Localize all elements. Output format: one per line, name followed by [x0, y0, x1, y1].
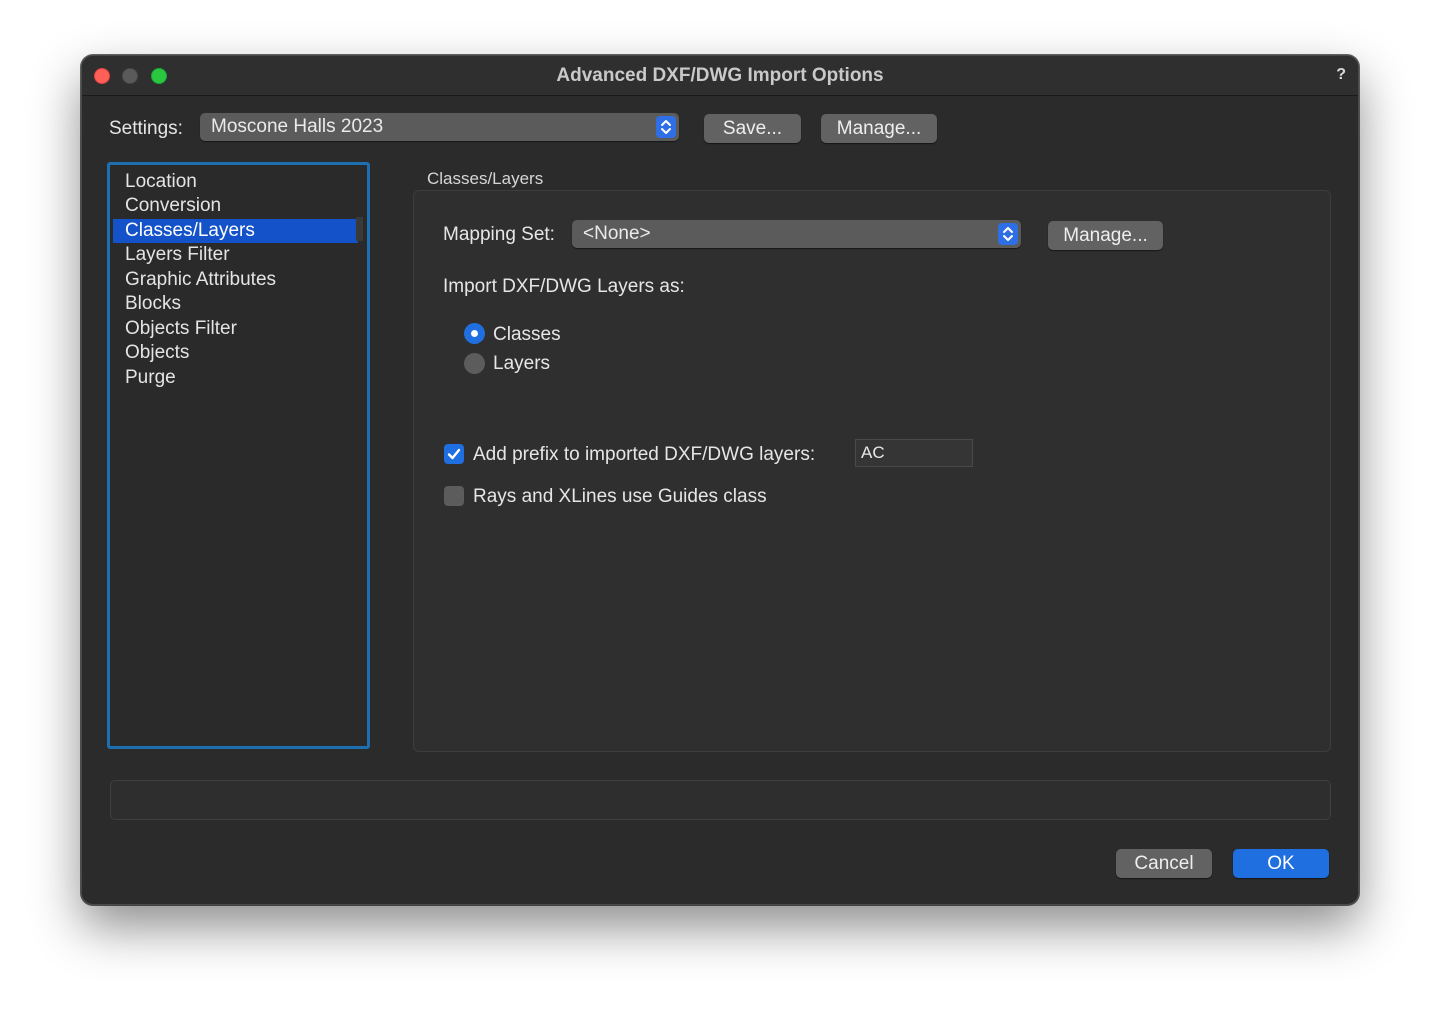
title-bar[interactable]: Advanced DXF/DWG Import Options ? — [82, 56, 1358, 96]
sidebar-item-objects-filter[interactable]: Objects Filter — [113, 317, 358, 341]
settings-popup[interactable]: Moscone Halls 2023 — [200, 113, 679, 141]
save-settings-button[interactable]: Save... — [704, 114, 801, 143]
cancel-button[interactable]: Cancel — [1116, 849, 1212, 878]
prefix-checkbox-label[interactable]: Add prefix to imported DXF/DWG layers: — [473, 444, 815, 466]
settings-label: Settings: — [109, 118, 183, 139]
prefix-checkbox[interactable] — [444, 444, 464, 464]
checkmark-icon — [447, 448, 461, 460]
ok-button[interactable]: OK — [1233, 849, 1329, 878]
panel-title: Classes/Layers — [427, 169, 544, 188]
guides-checkbox-label[interactable]: Rays and XLines use Guides class — [473, 486, 767, 508]
prefix-input[interactable]: AC — [855, 439, 973, 467]
mapping-set-popup-value: <None> — [583, 223, 651, 244]
sidebar-item-conversion[interactable]: Conversion — [113, 194, 358, 218]
sidebar-item-blocks[interactable]: Blocks — [113, 292, 358, 316]
sidebar-item-layers-filter[interactable]: Layers Filter — [113, 243, 358, 267]
window-title: Advanced DXF/DWG Import Options — [556, 65, 884, 86]
guides-checkbox[interactable] — [444, 486, 464, 506]
help-button[interactable]: ? — [1336, 66, 1346, 84]
sidebar-item-graphic-attributes[interactable]: Graphic Attributes — [113, 268, 358, 292]
import-as-label: Import DXF/DWG Layers as: — [443, 276, 685, 297]
sidebar-item-location[interactable]: Location — [113, 170, 358, 194]
sidebar-item-objects[interactable]: Objects — [113, 341, 358, 365]
manage-mapping-button[interactable]: Manage... — [1048, 221, 1163, 250]
mapping-set-popup[interactable]: <None> — [572, 220, 1021, 248]
settings-popup-value: Moscone Halls 2023 — [211, 116, 384, 137]
classes-layers-groupbox — [413, 190, 1331, 752]
sidebar-item-classes-layers[interactable]: Classes/Layers — [113, 219, 358, 243]
popup-stepper-icon — [656, 116, 676, 138]
description-area — [110, 780, 1331, 820]
radio-layers-label[interactable]: Layers — [493, 353, 550, 375]
import-options-dialog: Advanced DXF/DWG Import Options ? Settin… — [81, 55, 1359, 905]
category-list[interactable]: Location Conversion Classes/Layers Layer… — [107, 162, 370, 749]
manage-settings-button[interactable]: Manage... — [821, 114, 937, 143]
popup-stepper-icon — [998, 223, 1018, 245]
mapping-set-label: Mapping Set: — [443, 224, 555, 245]
list-scrollbar[interactable] — [356, 217, 363, 241]
radio-classes-label[interactable]: Classes — [493, 324, 561, 346]
sidebar-item-purge[interactable]: Purge — [113, 366, 358, 390]
radio-layers[interactable] — [464, 353, 485, 374]
radio-classes[interactable] — [464, 323, 485, 344]
